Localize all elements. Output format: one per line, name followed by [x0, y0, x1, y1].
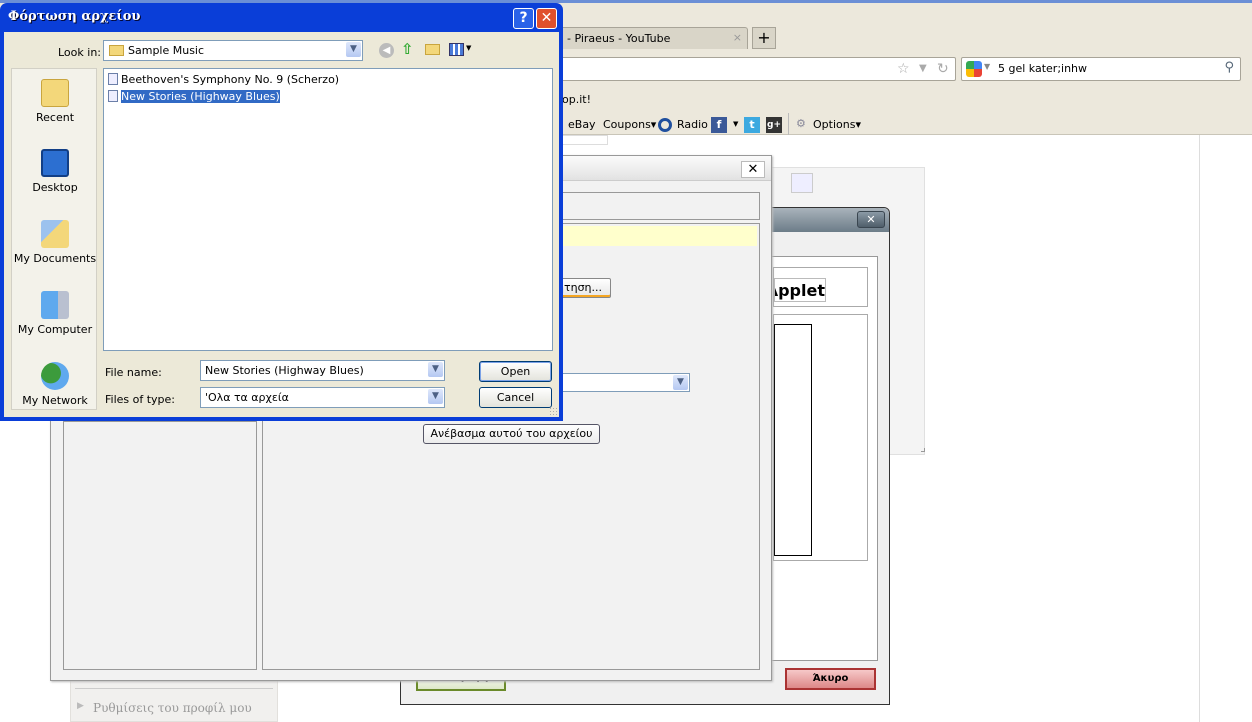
file-name: New Stories (Highway Blues) [120, 89, 281, 104]
desktop-icon [41, 149, 69, 177]
page-divider [1199, 135, 1200, 722]
my-documents-icon [41, 220, 69, 248]
file-item-selected[interactable]: New Stories (Highway Blues) [108, 89, 282, 104]
place-label: Recent [35, 111, 75, 124]
file-type-label: Files of type: [105, 393, 176, 406]
twitter-icon[interactable]: t [744, 117, 760, 133]
page-box [560, 135, 608, 145]
file-type-select[interactable]: 'Ολα τα αρχεία ▼ [200, 387, 445, 408]
file-name-label: File name: [105, 366, 162, 379]
close-button[interactable]: ✕ [536, 8, 557, 29]
close-button[interactable]: ✕ [741, 161, 765, 178]
place-my-computer[interactable]: My Computer [12, 291, 98, 336]
my-network-icon [41, 362, 69, 390]
chevron-down-icon[interactable]: ▼ [428, 362, 443, 377]
sidebar-divider [75, 688, 273, 689]
triangle-right-icon: ▶ [77, 701, 84, 711]
preview-box [773, 314, 868, 561]
upload-file-button[interactable]: Ανέβασμα αυτού του αρχείου [423, 424, 600, 444]
place-my-documents[interactable]: My Documents [12, 220, 98, 265]
view-menu-icon[interactable] [449, 43, 464, 56]
look-in-label: Look in: [58, 46, 101, 59]
bookmark-item[interactable]: op.it! [562, 93, 591, 106]
file-list[interactable]: Beethoven's Symphony No. 9 (Scherzo) New… [103, 68, 553, 351]
tab-title: - Piraeus - YouTube [567, 32, 671, 45]
cancel-button[interactable]: Cancel [479, 387, 552, 408]
audio-file-icon [108, 90, 118, 102]
toolbar-ebay[interactable]: eBay [568, 118, 596, 131]
place-label: My Computer [17, 323, 93, 336]
place-label: Desktop [32, 181, 78, 194]
dialog-body: Look in: Sample Music ▼ ◀ ⇧ ▼ Recent Des… [4, 32, 559, 417]
radio-icon[interactable] [658, 118, 672, 132]
bookmark-star-icon[interactable]: ☆ [897, 61, 910, 77]
chevron-down-icon[interactable]: ▼ [346, 42, 361, 57]
chevron-down-icon[interactable]: ▼ [428, 389, 443, 404]
search-value: 5 gel kater;inhw [998, 62, 1088, 75]
address-bar[interactable]: ☆ ▼ ↻ [556, 57, 956, 81]
place-recent[interactable]: Recent [12, 79, 98, 124]
new-tab-button[interactable]: + [752, 27, 776, 49]
place-label: My Network [22, 394, 88, 407]
file-name: Beethoven's Symphony No. 9 (Scherzo) [121, 73, 340, 86]
open-button[interactable]: Open [479, 361, 552, 382]
close-button[interactable]: ✕ [857, 211, 885, 228]
folder-icon [109, 45, 124, 56]
resize-grip-icon[interactable] [921, 448, 925, 452]
place-my-network[interactable]: My Network [12, 362, 98, 407]
file-open-dialog: Φόρτωση αρχείου ? ✕ Look in: Sample Musi… [0, 3, 563, 421]
toolbar-divider [788, 113, 789, 135]
toolbar-coupons[interactable]: Coupons▾ [603, 118, 656, 131]
tab-close-icon[interactable]: × [733, 31, 742, 44]
toolbar-radio[interactable]: Radio [677, 118, 708, 131]
editor-tool-icon[interactable] [791, 173, 813, 193]
toolbar-options[interactable]: Options▾ [813, 118, 861, 131]
chevron-down-icon[interactable]: ▼ [673, 375, 688, 390]
reload-icon[interactable]: ↻ [937, 61, 949, 77]
sidebar-item-profile-settings[interactable]: Ρυθμίσεις του προφίλ μου [93, 701, 252, 715]
left-panel [63, 421, 257, 670]
engine-dropdown-icon[interactable]: ▼ [984, 62, 990, 71]
dialog-title: Φόρτωση αρχείου [8, 9, 141, 24]
applet-button[interactable]: Applet... [774, 278, 826, 302]
resize-grip-icon[interactable] [549, 407, 557, 415]
file-item[interactable]: Beethoven's Symphony No. 9 (Scherzo) [108, 72, 341, 87]
audio-file-icon [108, 73, 118, 85]
file-name-input[interactable]: New Stories (Highway Blues) ▼ [200, 360, 445, 381]
places-bar: Recent Desktop My Documents My Computer … [11, 68, 97, 410]
search-magnifier-icon[interactable]: ⚲ [1224, 60, 1234, 75]
help-button[interactable]: ? [513, 8, 534, 29]
look-in-value: Sample Music [128, 44, 205, 57]
facebook-icon[interactable]: f [711, 117, 727, 133]
facebook-dropdown-icon[interactable]: ▼ [733, 120, 738, 128]
file-type-value: 'Ολα τα αρχεία [205, 391, 289, 404]
tab-youtube[interactable]: - Piraeus - YouTube × [560, 27, 748, 49]
google-icon[interactable] [966, 61, 982, 77]
applet-box: Applet... [773, 267, 868, 307]
dropdown-icon[interactable]: ▼ [919, 63, 927, 74]
googleplus-icon[interactable]: g+ [766, 117, 782, 133]
my-computer-icon [41, 291, 69, 319]
place-desktop[interactable]: Desktop [12, 149, 98, 194]
place-label: My Documents [13, 252, 97, 265]
gear-icon[interactable]: ⚙ [796, 117, 806, 130]
chevron-down-icon[interactable]: ▼ [466, 44, 471, 52]
file-name-value: New Stories (Highway Blues) [205, 364, 364, 377]
new-folder-icon[interactable] [425, 44, 440, 55]
preview-area [774, 324, 812, 556]
recent-folder-icon [41, 79, 69, 107]
cancel-button[interactable]: Άκυρο [785, 668, 876, 690]
back-icon[interactable]: ◀ [379, 43, 394, 58]
up-folder-icon[interactable]: ⇧ [401, 40, 414, 58]
look-in-select[interactable]: Sample Music ▼ [103, 40, 363, 61]
search-input[interactable]: ▼ 5 gel kater;inhw ⚲ [961, 57, 1241, 81]
